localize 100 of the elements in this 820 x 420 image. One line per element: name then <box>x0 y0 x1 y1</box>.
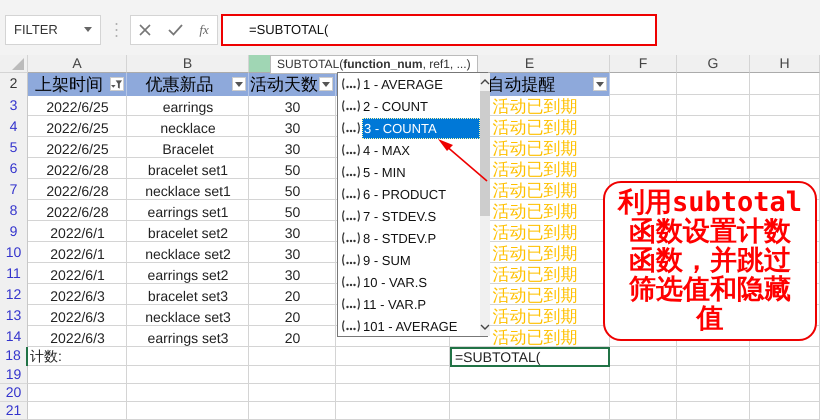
label-cell: 计数: <box>30 348 62 366</box>
row-header[interactable]: 21 <box>0 402 28 420</box>
row-header[interactable]: 11 <box>0 263 28 286</box>
row-header[interactable]: 13 <box>0 305 28 328</box>
column-header[interactable]: B <box>127 55 249 73</box>
function-option[interactable]: 1 - AVERAGE <box>362 74 446 94</box>
row-header[interactable]: 8 <box>0 200 28 223</box>
header-cell-text: 优惠新品 <box>146 74 214 96</box>
days-cell: 50 <box>284 204 300 220</box>
function-option[interactable]: 6 - PRODUCT <box>362 184 450 204</box>
row-header[interactable]: 3 <box>0 95 28 118</box>
reminder-cell-text: 活动已到期 <box>492 222 578 244</box>
date-cell: 2022/6/3 <box>50 308 105 324</box>
row-header[interactable]: 7 <box>0 179 28 202</box>
product-cell: necklace set2 <box>145 246 231 262</box>
column-header[interactable]: H <box>750 55 820 73</box>
product-cell: earrings <box>162 98 214 114</box>
reminder-cell-text: 活动已到期 <box>492 327 578 349</box>
date-cell: 2022/6/25 <box>46 120 109 136</box>
column-header[interactable]: G <box>677 55 750 73</box>
function-icon <box>341 188 361 200</box>
date-cell: 2022/6/28 <box>46 182 109 198</box>
days-cell: 20 <box>284 308 300 324</box>
row-header[interactable]: 9 <box>0 221 28 244</box>
cancel-icon[interactable] <box>139 24 152 36</box>
function-icon <box>341 254 361 266</box>
days-cell: 50 <box>284 162 300 178</box>
column-header[interactable]: A <box>28 55 127 73</box>
check-icon[interactable] <box>168 24 183 36</box>
row-header[interactable]: 4 <box>0 116 28 139</box>
row-header[interactable]: 14 <box>0 326 28 349</box>
filter-button[interactable] <box>110 77 124 91</box>
product-cell: earrings set2 <box>148 266 228 282</box>
insert-function-button[interactable]: fx <box>199 22 209 38</box>
reminder-cell-text: 活动已到期 <box>492 159 578 181</box>
product-cell: necklace <box>160 120 216 136</box>
row-header[interactable]: 19 <box>0 366 28 384</box>
days-cell: 30 <box>284 246 300 262</box>
date-cell: 2022/6/28 <box>46 162 109 178</box>
row-header[interactable]: 6 <box>0 158 28 181</box>
reminder-cell-text: 活动已到期 <box>492 306 578 328</box>
days-cell: 30 <box>284 120 300 136</box>
function-option[interactable]: 11 - VAR.P <box>362 294 430 314</box>
row-header[interactable]: 10 <box>0 242 28 265</box>
function-icon <box>341 78 361 90</box>
row-header[interactable]: 18 <box>0 347 28 367</box>
column-header[interactable]: F <box>610 55 677 73</box>
header-cell-text: 上架时间 <box>35 74 103 96</box>
row-header[interactable]: 12 <box>0 284 28 307</box>
row-header[interactable]: 20 <box>0 384 28 402</box>
reminder-cell-text: 活动已到期 <box>492 96 578 118</box>
filter-button[interactable] <box>593 77 607 91</box>
days-cell: 20 <box>284 330 300 346</box>
chevron-up-icon[interactable] <box>480 78 490 86</box>
function-option[interactable]: 7 - STDEV.S <box>362 206 440 226</box>
function-icon <box>341 100 361 112</box>
callout-note: 利用subtotal函数设置计数函数，并跳过筛选值和隐藏值 <box>603 181 817 341</box>
function-option[interactable]: 9 - SUM <box>362 250 414 270</box>
days-cell: 20 <box>284 288 300 304</box>
chevron-down-icon[interactable] <box>480 323 490 331</box>
function-option[interactable]: 8 - STDEV.P <box>362 228 440 248</box>
function-icon <box>341 210 361 222</box>
caret-icon <box>84 27 92 32</box>
active-cell[interactable]: =SUBTOTAL( <box>450 347 610 367</box>
name-box[interactable]: FILTER <box>5 14 101 44</box>
function-option[interactable]: 4 - MAX <box>362 140 413 160</box>
header-cell-text: 自动提醒 <box>488 74 556 96</box>
function-option[interactable]: 101 - AVERAGE <box>362 316 460 336</box>
function-tooltip: SUBTOTAL(function_num, ref1, ...) <box>270 55 478 74</box>
function-option[interactable]: 3 - COUNTA <box>362 118 480 138</box>
days-cell: 30 <box>284 98 300 114</box>
function-option[interactable]: 10 - VAR.S <box>362 272 430 292</box>
days-cell: 50 <box>284 182 300 198</box>
row-header[interactable]: 5 <box>0 137 28 160</box>
product-cell: necklace set1 <box>145 182 231 198</box>
date-cell: 2022/6/28 <box>46 204 109 220</box>
days-cell: 30 <box>284 266 300 282</box>
product-cell: Bracelet <box>162 140 214 156</box>
scrollbar-thumb[interactable] <box>480 91 490 216</box>
filter-button[interactable] <box>232 77 246 91</box>
date-cell: 2022/6/3 <box>50 330 105 346</box>
scrollbar[interactable] <box>480 73 490 336</box>
date-cell: 2022/6/1 <box>50 266 105 282</box>
formula-field[interactable]: =SUBTOTAL( <box>221 14 657 46</box>
filter-icon <box>111 78 123 90</box>
function-option[interactable]: 2 - COUNT <box>362 96 431 116</box>
function-option[interactable]: 5 - MIN <box>362 162 409 182</box>
date-cell: 2022/6/1 <box>50 246 105 262</box>
filter-button[interactable] <box>319 77 333 91</box>
product-cell: necklace set3 <box>145 308 231 324</box>
row-header[interactable]: 2 <box>0 73 28 96</box>
product-cell: earrings set1 <box>148 204 228 220</box>
reminder-cell-text: 活动已到期 <box>492 201 578 223</box>
function-icon <box>341 122 361 134</box>
date-cell: 2022/6/25 <box>46 98 109 114</box>
reminder-cell-text: 活动已到期 <box>492 117 578 139</box>
product-cell: bracelet set3 <box>148 288 228 304</box>
function-icon <box>341 298 361 310</box>
date-cell: 2022/6/25 <box>46 140 109 156</box>
date-cell: 2022/6/1 <box>50 224 105 240</box>
